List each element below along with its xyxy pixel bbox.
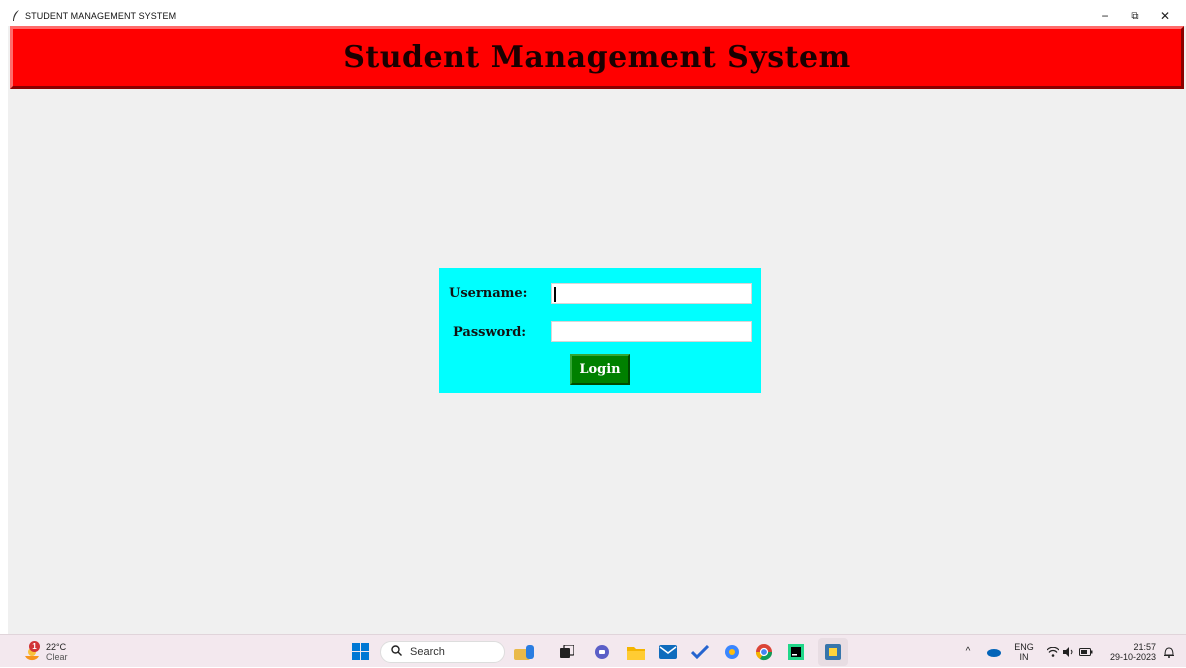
weather-condition: Clear bbox=[46, 651, 68, 662]
login-panel: Username: Password: Login bbox=[439, 268, 761, 393]
onedrive-icon[interactable] bbox=[984, 635, 1004, 668]
weather-badge: 1 bbox=[29, 640, 40, 652]
chat-icon[interactable] bbox=[590, 635, 614, 668]
page-title: Student Management System bbox=[343, 40, 851, 75]
taskbar-search-input[interactable]: Search bbox=[380, 641, 505, 663]
window-title: STUDENT MANAGEMENT SYSTEM bbox=[25, 11, 177, 21]
password-label: Password: bbox=[453, 325, 527, 340]
close-button[interactable]: ✕ bbox=[1148, 6, 1182, 26]
app-window: STUDENT MANAGEMENT SYSTEM − ⧉ ✕ Student … bbox=[8, 6, 1186, 634]
language-bottom: IN bbox=[1019, 651, 1029, 662]
login-button[interactable]: Login bbox=[570, 354, 630, 385]
username-field[interactable] bbox=[551, 283, 752, 304]
minimize-button[interactable]: − bbox=[1088, 6, 1122, 26]
battery-icon[interactable] bbox=[1078, 635, 1094, 668]
copilot-icon[interactable] bbox=[720, 635, 744, 668]
widgets-icon[interactable] bbox=[510, 635, 540, 668]
password-field[interactable] bbox=[551, 321, 752, 342]
clock-time: 21:57 bbox=[1133, 641, 1156, 652]
wifi-icon[interactable] bbox=[1046, 635, 1060, 668]
task-view-icon[interactable] bbox=[555, 635, 579, 668]
chevron-up-icon[interactable]: ^ bbox=[960, 635, 976, 668]
file-explorer-icon[interactable] bbox=[624, 635, 648, 668]
todo-icon[interactable] bbox=[688, 635, 712, 668]
windows-start-icon[interactable] bbox=[348, 635, 372, 668]
search-icon bbox=[391, 643, 402, 661]
title-bar[interactable]: STUDENT MANAGEMENT SYSTEM − ⧉ ✕ bbox=[8, 6, 1186, 26]
mail-icon[interactable] bbox=[656, 635, 680, 668]
pycharm-icon[interactable] bbox=[784, 635, 808, 668]
weather-widget[interactable]: 1 22°C Clear bbox=[22, 635, 82, 668]
language-top: ENG bbox=[1014, 641, 1034, 652]
restore-button[interactable]: ⧉ bbox=[1118, 6, 1152, 26]
username-label: Username: bbox=[449, 286, 528, 301]
weather-icon: 1 bbox=[22, 640, 42, 662]
weather-temperature: 22°C bbox=[46, 641, 67, 652]
header-banner: Student Management System bbox=[10, 26, 1184, 89]
language-indicator[interactable]: ENG IN bbox=[1010, 635, 1038, 668]
notification-bell-icon[interactable] bbox=[1160, 635, 1178, 668]
taskbar: 1 22°C Clear Search ^ ENG IN 21:57 29-10… bbox=[0, 634, 1186, 667]
search-placeholder: Search bbox=[410, 646, 445, 658]
clock[interactable]: 21:57 29-10-2023 bbox=[1102, 635, 1156, 668]
python-idle-icon[interactable] bbox=[818, 638, 848, 666]
text-caret bbox=[554, 287, 556, 302]
clock-date: 29-10-2023 bbox=[1109, 651, 1156, 662]
feather-icon bbox=[12, 10, 22, 22]
volume-icon[interactable] bbox=[1062, 635, 1076, 668]
chrome-icon[interactable] bbox=[752, 635, 776, 668]
